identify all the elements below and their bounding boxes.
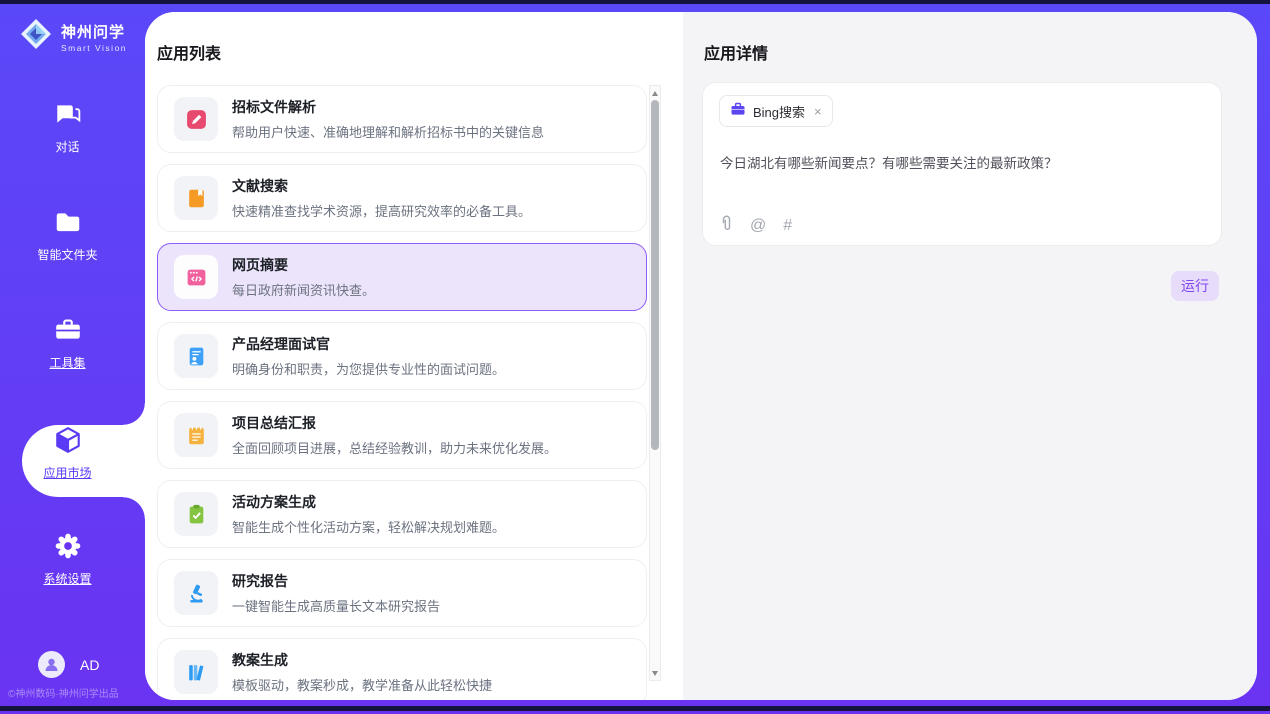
app-card-desc: 智能生成个性化活动方案，轻松解决规划难题。 xyxy=(232,517,505,536)
app-card-title: 网页摘要 xyxy=(232,255,375,275)
scroll-down-arrow-icon[interactable] xyxy=(650,667,660,679)
app-card-title: 产品经理面试官 xyxy=(232,334,505,354)
input-toolbar: @ # xyxy=(720,215,792,236)
sidebar-item-label: 工具集 xyxy=(0,354,135,371)
app-card-desc: 明确身份和职责，为您提供专业性的面试问题。 xyxy=(232,359,505,378)
book-icon xyxy=(174,176,218,220)
app-card-event-plan[interactable]: 活动方案生成 智能生成个性化活动方案，轻松解决规划难题。 xyxy=(157,480,647,548)
app-card-desc: 每日政府新闻资讯快查。 xyxy=(232,280,375,299)
sidebar-item-label: 智能文件夹 xyxy=(0,246,135,263)
sidebar-item-app-market[interactable]: 应用市场 xyxy=(0,425,135,499)
user-account[interactable]: AD xyxy=(38,651,99,678)
document-user-icon xyxy=(174,334,218,378)
app-card-title: 文献搜索 xyxy=(232,176,531,196)
app-card-title: 招标文件解析 xyxy=(232,97,544,117)
avatar xyxy=(38,651,65,678)
app-card-lesson-plan[interactable]: 教案生成 模板驱动，教案秒成，教学准备从此轻松快捷 xyxy=(157,638,647,700)
app-card-pm-interviewer[interactable]: 产品经理面试官 明确身份和职责，为您提供专业性的面试问题。 xyxy=(157,322,647,390)
close-icon[interactable]: × xyxy=(814,104,822,119)
brand-logo: 神州问学 Smart Vision xyxy=(18,16,127,57)
app-card-title: 项目总结汇报 xyxy=(232,413,557,433)
app-card-web-summary[interactable]: 网页摘要 每日政府新闻资讯快查。 xyxy=(157,243,647,311)
chat-icon xyxy=(53,99,83,129)
tag-label: Bing搜索 xyxy=(753,102,805,121)
diamond-logo-icon xyxy=(18,16,54,57)
hash-icon[interactable]: # xyxy=(783,218,792,234)
app-card-title: 研究报告 xyxy=(232,571,440,591)
notepad-icon xyxy=(174,413,218,457)
microscope-icon xyxy=(174,571,218,615)
app-list-title: 应用列表 xyxy=(157,40,221,64)
app-detail-title: 应用详情 xyxy=(704,40,768,64)
app-card-desc: 帮助用户快速、准确地理解和解析招标书中的关键信息 xyxy=(232,122,544,141)
sidebar: 神州问学 Smart Vision 对话 智能文件夹 xyxy=(0,4,145,706)
app-card-desc: 全面回顾项目进展，总结经验教训，助力未来优化发展。 xyxy=(232,438,557,457)
query-input[interactable]: 今日湖北有哪些新闻要点？有哪些需要关注的最新政策？ xyxy=(720,152,1200,172)
main-content: 应用列表 招标文件解析 帮助用户快速、准确地理解和解析招标书中的关键信息 xyxy=(145,12,1257,700)
app-card-title: 活动方案生成 xyxy=(232,492,505,512)
paperclip-icon[interactable] xyxy=(720,215,733,236)
clipboard-check-icon xyxy=(174,492,218,536)
sidebar-item-chat[interactable]: 对话 xyxy=(0,99,135,173)
app-card-literature-search[interactable]: 文献搜索 快速精准查找学术资源，提高研究效率的必备工具。 xyxy=(157,164,647,232)
app-card-desc: 快速精准查找学术资源，提高研究效率的必备工具。 xyxy=(232,201,531,220)
gear-icon xyxy=(53,531,83,561)
app-card-research-report[interactable]: 研究报告 一键智能生成高质量长文本研究报告 xyxy=(157,559,647,627)
screen-edge-top xyxy=(0,0,1270,4)
cube-icon xyxy=(53,425,83,455)
edit-square-icon xyxy=(174,97,218,141)
app-card-desc: 一键智能生成高质量长文本研究报告 xyxy=(232,596,440,615)
app-list-panel: 应用列表 招标文件解析 帮助用户快速、准确地理解和解析招标书中的关键信息 xyxy=(145,12,683,700)
briefcase-icon xyxy=(730,101,746,122)
sidebar-item-label: 对话 xyxy=(0,138,135,155)
scroll-up-arrow-icon[interactable] xyxy=(650,87,660,99)
app-card-project-summary[interactable]: 项目总结汇报 全面回顾项目进展，总结经验教训，助力未来优化发展。 xyxy=(157,401,647,469)
sidebar-item-label: 系统设置 xyxy=(0,570,135,587)
app-input-card: Bing搜索 × 今日湖北有哪些新闻要点？有哪些需要关注的最新政策？ @ # xyxy=(702,82,1222,246)
app-card-desc: 模板驱动，教案秒成，教学准备从此轻松快捷 xyxy=(232,675,492,694)
app-detail-panel: 应用详情 Bing搜索 × 今日湖北有哪些新闻要点？有哪些需要关注的最新政策？ xyxy=(683,12,1257,700)
sidebar-item-toolset[interactable]: 工具集 xyxy=(0,315,135,389)
scrollbar-thumb[interactable] xyxy=(651,100,659,450)
mention-icon[interactable]: @ xyxy=(750,218,766,234)
sidebar-item-settings[interactable]: 系统设置 xyxy=(0,531,135,605)
brand-name: 神州问学 xyxy=(61,24,125,41)
folder-icon xyxy=(53,207,83,237)
browser-code-icon xyxy=(174,255,218,299)
app-list-scrollbar[interactable] xyxy=(649,85,661,681)
sidebar-item-smart-folder[interactable]: 智能文件夹 xyxy=(0,207,135,281)
run-button[interactable]: 运行 xyxy=(1171,271,1219,301)
app-card-title: 教案生成 xyxy=(232,650,492,670)
app-card-bid-parse[interactable]: 招标文件解析 帮助用户快速、准确地理解和解析招标书中的关键信息 xyxy=(157,85,647,153)
screen-edge-bottom xyxy=(0,706,1270,711)
bing-search-tag[interactable]: Bing搜索 × xyxy=(719,95,833,127)
sidebar-item-label: 应用市场 xyxy=(0,464,135,481)
copyright-text: ©神州数码·神州问学出品 xyxy=(8,685,119,700)
app-card-list: 招标文件解析 帮助用户快速、准确地理解和解析招标书中的关键信息 文献搜索 快速精… xyxy=(157,85,647,700)
toolbox-icon xyxy=(53,315,83,345)
brand-subtitle: Smart Vision xyxy=(61,43,127,53)
books-icon xyxy=(174,650,218,694)
user-initials: AD xyxy=(80,657,99,673)
